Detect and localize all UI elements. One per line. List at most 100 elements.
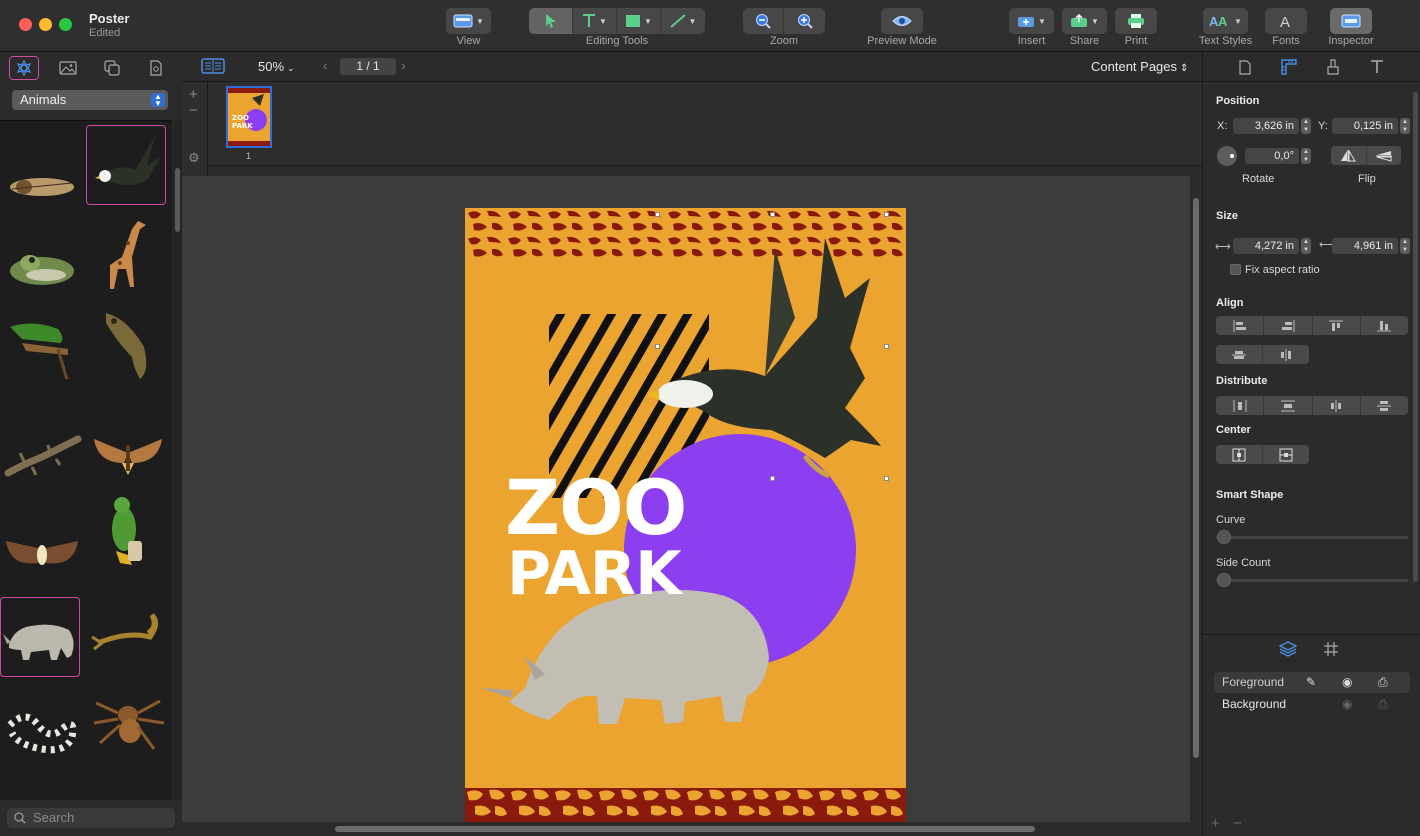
library-item-giraffe[interactable] [88,213,168,293]
width-field[interactable]: 4,272 in [1233,238,1299,254]
zoom-out-button[interactable] [743,8,784,34]
align-left-button[interactable] [1216,316,1265,335]
minimize-window-button[interactable] [39,18,52,31]
insert-button[interactable]: ▼ [1009,8,1054,34]
category-select[interactable]: Animals ▲ ▼ [12,90,168,110]
x-position-field[interactable]: 3,626 in [1233,118,1299,134]
poster-title-zoo[interactable]: ZOO [505,470,687,546]
vertical-scroll-thumb[interactable] [1193,198,1199,758]
printer-icon[interactable]: ⎙ [1378,672,1388,693]
flip-vertical-button[interactable] [1367,146,1402,165]
eye-icon[interactable]: ◉ [1342,672,1352,693]
side-count-slider-track[interactable] [1216,579,1408,582]
library-item-rhino[interactable] [0,597,80,677]
text-tool-button[interactable]: ▼ [573,8,617,34]
add-page-icon[interactable]: + [189,86,198,103]
library-scrollbar[interactable] [173,120,182,800]
library-item-butterfly[interactable] [2,511,82,591]
align-bottom-button[interactable] [1361,316,1408,335]
layer-row-background[interactable]: Background ◉ ⎙ [1214,694,1410,715]
library-item-moth[interactable] [88,411,168,491]
tab-grid[interactable] [1323,641,1339,662]
previous-page-icon[interactable]: ‹ [323,57,328,73]
y-stepper[interactable]: ▲ ▼ [1400,118,1410,134]
next-page-icon[interactable]: › [401,57,406,73]
tab-style[interactable] [1323,57,1343,77]
gear-icon[interactable]: ⚙ [188,150,200,166]
selection-handle[interactable] [884,212,889,217]
print-segment[interactable] [1115,8,1157,34]
tab-shapes-library[interactable] [9,56,39,80]
tab-assets-library[interactable] [141,56,171,80]
library-item-lizard[interactable] [2,417,82,497]
remove-page-icon[interactable]: − [189,102,198,119]
pencil-icon[interactable]: ✎ [1306,672,1316,693]
fonts-button[interactable]: A [1265,8,1307,34]
print-button[interactable] [1115,8,1157,34]
width-stepper[interactable]: ▲ ▼ [1301,238,1311,254]
library-search-input[interactable]: Search [7,808,175,828]
share-segment[interactable]: ▼ [1062,8,1107,34]
tab-layers[interactable] [1278,641,1298,662]
page-number-field[interactable]: 1 / 1 [340,58,396,75]
align-center-horizontal-button[interactable] [1263,345,1309,364]
height-stepper[interactable]: ▲ ▼ [1400,238,1410,254]
selection-tool-button[interactable] [529,8,573,34]
curve-slider-knob[interactable] [1217,530,1231,544]
selection-handle[interactable] [655,344,660,349]
fix-aspect-checkbox[interactable] [1230,264,1241,275]
horizontal-scroll-thumb[interactable] [335,826,1035,832]
library-item-chameleon[interactable] [88,299,168,379]
library-item-tarantula[interactable] [88,683,168,763]
side-count-slider-knob[interactable] [1217,573,1231,587]
layer-row-foreground[interactable]: Foreground ✎ ◉ ⎙ [1214,672,1410,693]
distribute-spacing-horizontal-button[interactable] [1313,396,1361,415]
selection-handle[interactable] [884,344,889,349]
zoom-level-select[interactable]: 50% ⌄ [258,59,295,74]
zoom-window-button[interactable] [59,18,72,31]
library-item-snake[interactable] [2,689,82,769]
view-button[interactable]: ▼ [446,8,491,34]
library-item-scorpion[interactable] [88,597,168,677]
tab-document[interactable] [1235,57,1255,77]
distribute-horizontal-button[interactable] [1216,396,1265,415]
library-item-eagle[interactable] [86,125,166,205]
tab-text[interactable] [1367,57,1387,77]
poster-page[interactable]: ZOO PARK [465,208,906,822]
selection-handle[interactable] [884,476,889,481]
tab-geometry[interactable] [1279,57,1299,77]
rotate-knob[interactable] [1217,146,1237,166]
zoom-in-button[interactable] [784,8,825,34]
printer-icon[interactable]: ⎙ [1378,694,1388,715]
fonts-segment[interactable]: A [1265,8,1307,34]
rotate-stepper[interactable]: ▲ ▼ [1301,148,1311,164]
line-tool-button[interactable]: ▼ [661,8,705,34]
height-field[interactable]: 4,961 in [1332,238,1398,254]
inspector-segment[interactable] [1330,8,1372,34]
share-button[interactable]: ▼ [1062,8,1107,34]
library-item-frog[interactable] [2,213,82,293]
tab-templates-library[interactable] [97,56,127,80]
insert-segment[interactable]: ▼ [1009,8,1054,34]
center-horizontally-button[interactable] [1216,445,1263,464]
poster-title-park[interactable]: PARK [507,544,682,604]
distribute-vertical-button[interactable] [1264,396,1313,415]
preview-segment[interactable] [881,8,923,34]
align-top-button[interactable] [1313,316,1361,335]
remove-layer-icon[interactable]: − [1233,815,1242,832]
page-thumbnails-toggle[interactable] [201,58,225,79]
close-window-button[interactable] [19,18,32,31]
center-vertically-button[interactable] [1263,445,1309,464]
inspector-scrollbar[interactable] [1413,92,1418,582]
shape-tool-button[interactable]: ▼ [617,8,661,34]
selection-handle[interactable] [770,476,775,481]
library-item-frog-on-branch[interactable] [2,299,82,384]
align-right-button[interactable] [1264,316,1313,335]
rotate-field[interactable]: 0,0° [1245,148,1299,164]
add-layer-icon[interactable]: + [1211,815,1220,832]
page-thumbnail-1[interactable]: ZOO PARK [226,86,272,148]
view-segment[interactable]: ▼ [446,8,491,34]
canvas-vertical-scrollbar[interactable] [1190,176,1202,822]
y-position-field[interactable]: 0,125 in [1332,118,1398,134]
library-item-cicada[interactable] [2,127,82,207]
